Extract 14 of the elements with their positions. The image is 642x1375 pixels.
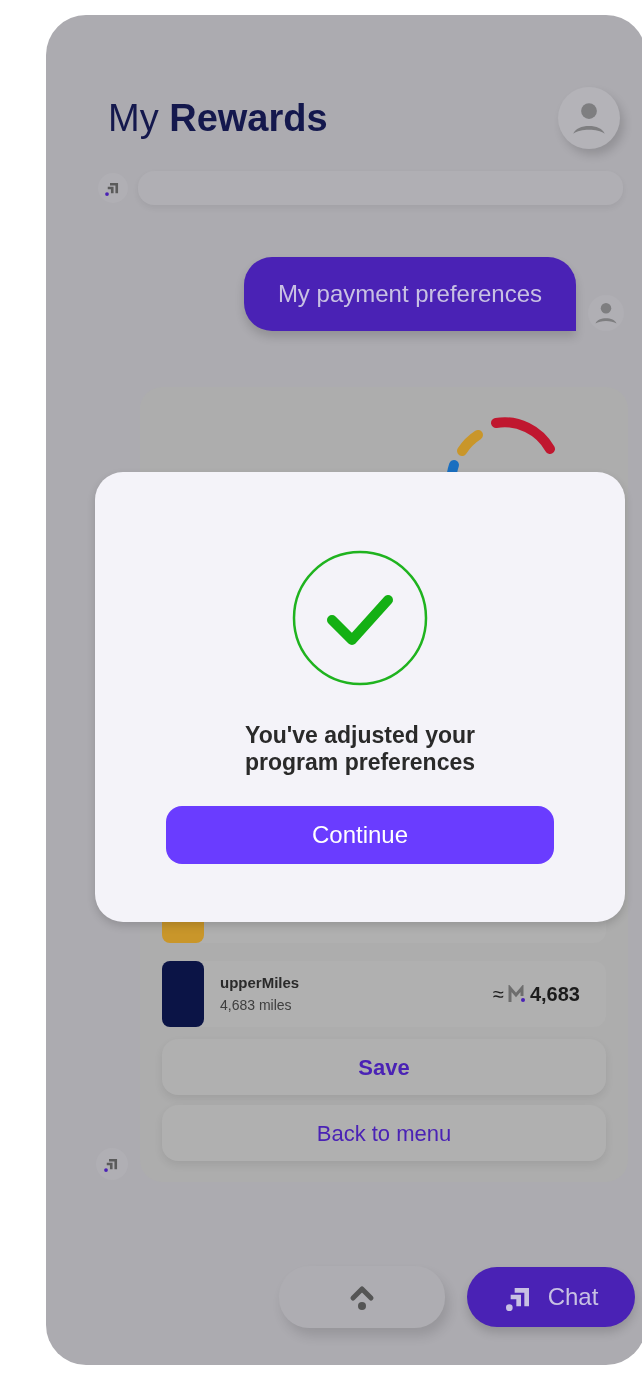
- back-to-menu-button[interactable]: Back to menu: [162, 1105, 606, 1161]
- approx-sign: ≈: [492, 982, 504, 1007]
- save-button[interactable]: Save: [162, 1039, 606, 1095]
- program-miles: 4,683 miles: [220, 995, 293, 1015]
- user-message-bubble: My payment preferences: [243, 257, 576, 331]
- checkmark-circle-icon: [292, 550, 428, 686]
- program-value: 4,683: [529, 982, 580, 1007]
- dialog-message: You've adjusted your program preferences: [243, 722, 477, 776]
- chat-button[interactable]: Chat: [467, 1267, 635, 1327]
- program-name: upperMiles: [220, 973, 300, 994]
- page-title: My Rewards: [108, 95, 328, 141]
- continue-button[interactable]: Continue: [166, 806, 554, 864]
- scroll-up-button[interactable]: [279, 1266, 445, 1328]
- miles-logo-icon: [507, 985, 526, 1003]
